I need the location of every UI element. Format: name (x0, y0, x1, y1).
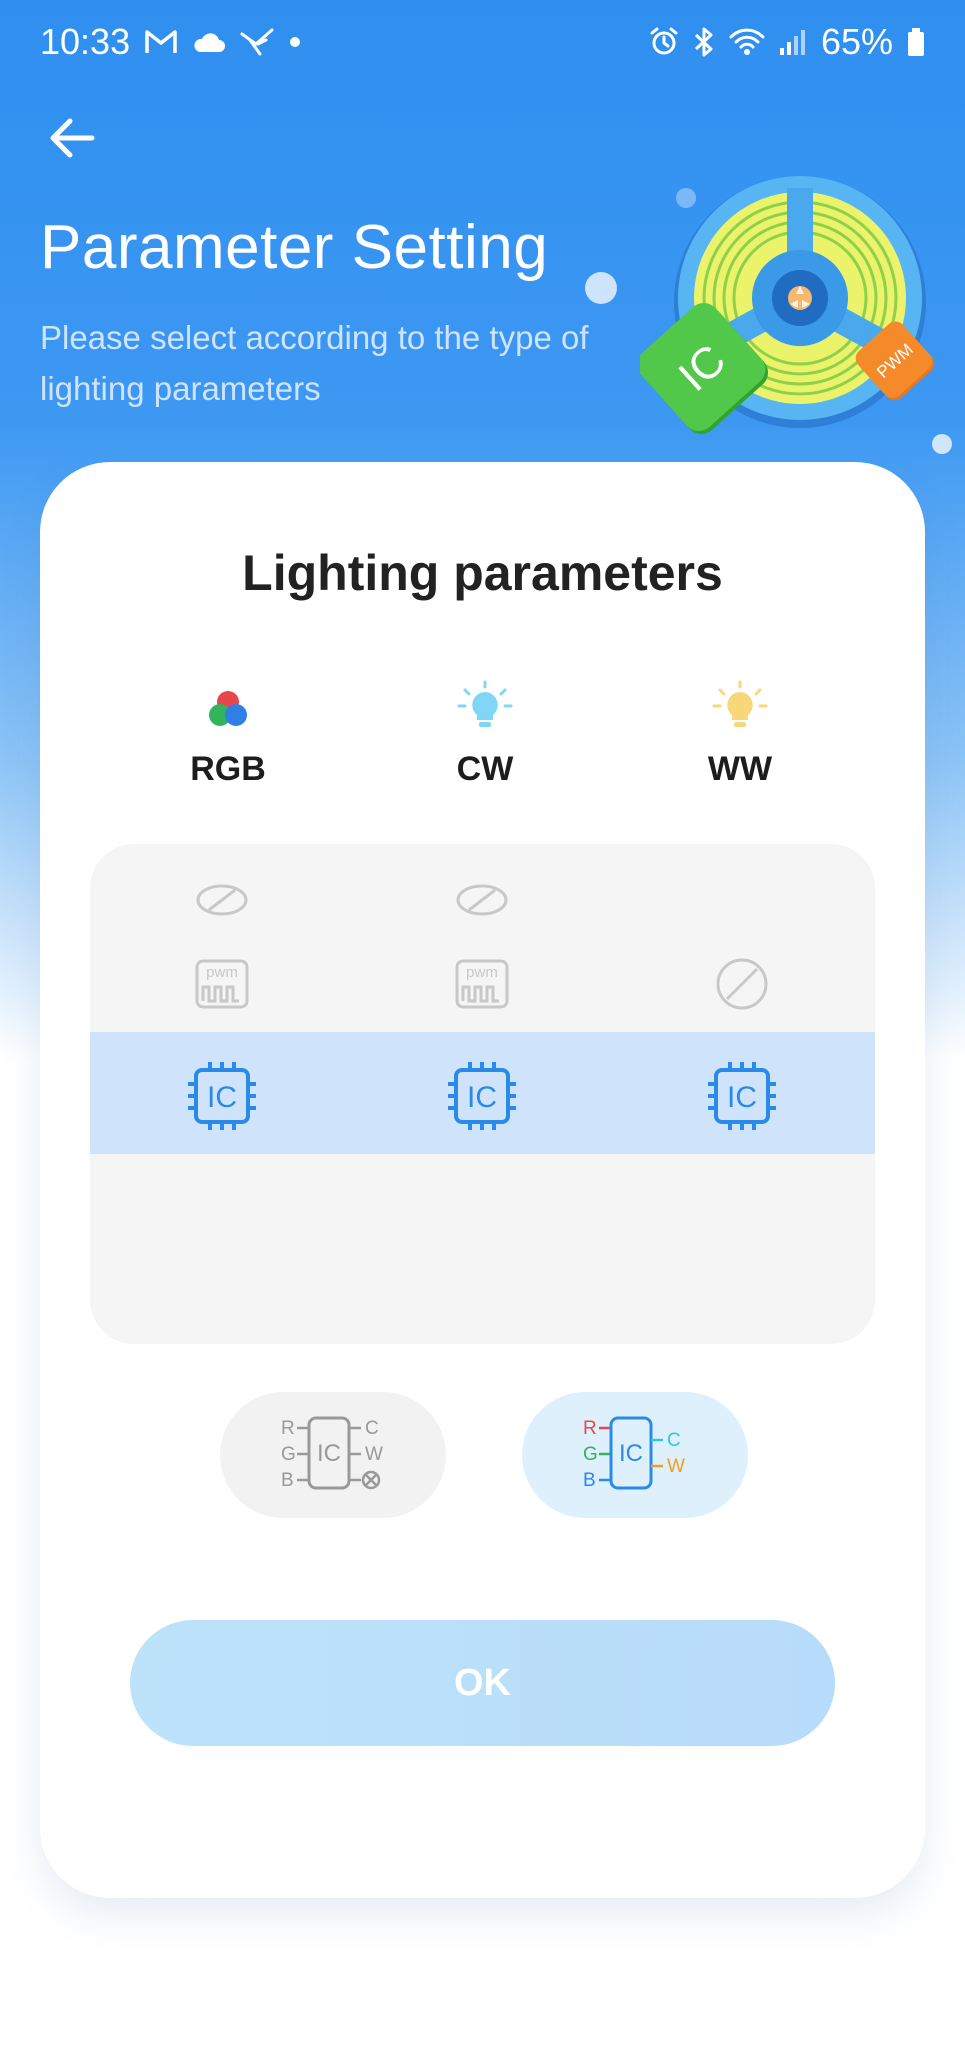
svg-text:B: B (281, 1470, 294, 1491)
dot-icon (288, 35, 302, 49)
svg-text:IC: IC (727, 1081, 757, 1114)
battery-percent: 65% (820, 21, 893, 62)
ic-wiring-disabled-icon: R G B IC C W (281, 1416, 383, 1491)
svg-text:G: G (281, 1444, 296, 1465)
svg-text:C: C (667, 1430, 681, 1451)
pwm-icon: pwm (195, 959, 249, 1009)
wifi-icon (729, 27, 765, 57)
picker-option-none[interactable] (192, 880, 252, 920)
svg-text:IC: IC (207, 1081, 237, 1114)
hero-led-reel-illustration: IC PWM (637, 170, 940, 440)
wiring-option-c-only[interactable]: R G B IC C W (220, 1392, 446, 1518)
battery-icon (907, 27, 925, 57)
svg-text:B: B (583, 1470, 596, 1491)
svg-text:pwm: pwm (206, 964, 238, 981)
svg-text:IC: IC (317, 1440, 341, 1467)
alarm-icon (649, 27, 679, 57)
picker-option-ic[interactable]: IC (182, 1056, 262, 1136)
type-column-rgb: RGB (128, 680, 328, 789)
picker-option-ic[interactable]: IC (442, 1056, 522, 1136)
bluetooth-icon (693, 26, 715, 58)
type-column-cw: CW (385, 680, 585, 789)
back-button[interactable] (44, 110, 100, 166)
type-label-rgb: RGB (190, 750, 266, 788)
lighting-parameters-card: Lighting parameters RGB CW WW pwm IC pwm… (40, 462, 925, 1898)
cloud-icon (192, 30, 226, 54)
warm-bulb-icon (710, 680, 770, 740)
picker-option-pwm[interactable]: pwm (192, 954, 252, 1014)
svg-text:C: C (365, 1418, 379, 1439)
page-subtitle: Please select according to the type of l… (40, 319, 589, 407)
status-bar: 10:33 65% (0, 0, 965, 84)
svg-text:R: R (281, 1418, 295, 1439)
ok-button[interactable]: OK (130, 1620, 835, 1746)
wiring-option-cw[interactable]: R G B IC C W (522, 1392, 748, 1518)
svg-text:R: R (583, 1418, 597, 1439)
type-column-ww: WW (640, 680, 840, 789)
svg-text:W: W (365, 1444, 383, 1465)
type-label-cw: CW (456, 750, 514, 788)
bird-icon (240, 28, 274, 56)
ic-chip-icon: IC (448, 1062, 516, 1130)
svg-text:G: G (583, 1444, 598, 1465)
picker-option-ic[interactable]: IC (702, 1056, 782, 1136)
gmail-icon (144, 28, 178, 56)
svg-text:W: W (667, 1456, 685, 1477)
type-label-ww: WW (707, 750, 773, 788)
picker-option-none[interactable] (712, 954, 772, 1014)
picker-option-none[interactable] (452, 880, 512, 920)
back-arrow-icon (50, 118, 95, 158)
rgb-circles-icon (198, 680, 258, 740)
parameter-picker[interactable]: pwm IC pwm IC IC (90, 844, 875, 1344)
disabled-oval-icon (456, 884, 508, 916)
card-title: Lighting parameters (242, 545, 723, 601)
cool-bulb-icon (455, 680, 515, 740)
pwm-icon: pwm (455, 959, 509, 1009)
ic-chip-icon: IC (708, 1062, 776, 1130)
status-time: 10:33 (40, 21, 131, 62)
picker-option-pwm[interactable]: pwm (452, 954, 512, 1014)
ic-chip-icon: IC (188, 1062, 256, 1130)
svg-text:IC: IC (619, 1440, 643, 1467)
prohibited-icon (716, 958, 768, 1010)
decor-bubble (585, 272, 617, 304)
signal-icon (779, 28, 807, 56)
disabled-oval-icon (196, 884, 248, 916)
svg-text:IC: IC (467, 1081, 497, 1114)
ic-wiring-selected-icon: R G B IC C W (583, 1416, 685, 1491)
svg-text:pwm: pwm (466, 964, 498, 981)
page-title: Parameter Setting (40, 213, 549, 282)
